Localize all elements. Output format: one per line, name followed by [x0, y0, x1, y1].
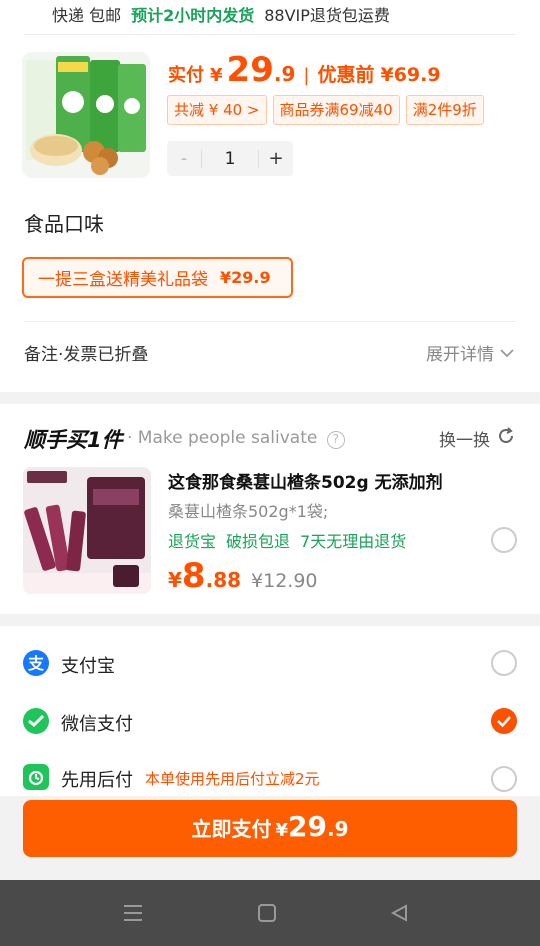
- original-price: ¥12.90: [251, 570, 318, 592]
- flavor-option-label: 一提三盒送精美礼品袋: [38, 270, 208, 290]
- shipping-info: 快递 包邮 预计2小时内发货 88VIP退货包运费: [52, 2, 390, 25]
- addon-product-image[interactable]: [23, 467, 151, 594]
- price-decimal: .9: [273, 62, 296, 86]
- pay-later-note: 本单使用先用后付立减2元: [145, 770, 320, 788]
- payment-option-alipay[interactable]: 支 支付宝: [0, 644, 540, 684]
- checkmark-icon: [497, 716, 511, 728]
- payment-label: 支付宝: [61, 656, 115, 677]
- currency-symbol: ¥: [210, 65, 223, 86]
- product-image[interactable]: [22, 52, 150, 178]
- before-discount-price: ¥69.9: [380, 64, 441, 86]
- svg-text:支: 支: [27, 654, 45, 673]
- order-card: 快递 包邮 预计2小时内发货 88VIP退货包运费 实付 ¥ 29 .9 | 优…: [0, 0, 540, 392]
- system-nav-bar: [0, 880, 540, 946]
- payment-option-wechat[interactable]: 微信支付: [0, 702, 540, 742]
- flavor-option[interactable]: 一提三盒送精美礼品袋 ¥29.9: [22, 257, 293, 298]
- flavor-option-price: ¥29.9: [220, 268, 271, 287]
- pay-later-icon: [23, 764, 49, 790]
- pay-label: 实付: [168, 65, 204, 86]
- expand-details-button[interactable]: 展开详情: [426, 340, 514, 365]
- price-summary: 实付 ¥ 29 .9 | 优惠前 ¥69.9: [168, 50, 441, 90]
- home-icon[interactable]: [257, 903, 277, 927]
- before-discount-label: 优惠前: [317, 64, 375, 86]
- service-tag: 退货宝: [168, 532, 217, 551]
- pay-now-button[interactable]: 立即支付 ¥ 29 .9: [23, 800, 517, 857]
- separator: |: [303, 65, 310, 86]
- multi-buy-tag: 满2件9折: [405, 95, 484, 125]
- quantity-value[interactable]: 1: [201, 149, 259, 168]
- expand-label: 展开详情: [426, 345, 494, 365]
- addon-select-radio[interactable]: [491, 527, 517, 553]
- payment-option-pay-later[interactable]: 先用后付 本单使用先用后付立减2元: [0, 758, 540, 798]
- coupon-tag: 商品券满69减40: [272, 95, 400, 125]
- wechat-pay-icon: [23, 708, 49, 734]
- payment-methods: 支 支付宝 微信支付 先用后付 本单使用先用后付立减2元: [0, 626, 540, 796]
- addon-subtitle: · Make people salivate ?: [127, 428, 345, 449]
- discount-tags: 共减 ¥ 40 > 商品券满69减40 满2件9折: [167, 95, 484, 125]
- remark-label: 备注·发票已折叠: [24, 345, 149, 365]
- wechat-radio-checked[interactable]: [491, 708, 517, 734]
- alipay-radio[interactable]: [491, 650, 517, 676]
- decrease-button[interactable]: -: [167, 148, 201, 169]
- shipping-vip: 88VIP退货包运费: [264, 6, 390, 25]
- price-decimal: .9: [326, 817, 349, 841]
- currency-symbol: ¥: [275, 820, 289, 841]
- addon-card: 顺手买1件 · Make people salivate ? 换一换 这食那食桑…: [0, 404, 540, 614]
- service-tag: 7天无理由退货: [300, 532, 407, 551]
- addon-price: ¥ 8 .88 ¥12.90: [168, 556, 318, 596]
- refresh-icon: [496, 426, 516, 451]
- chevron-down-icon: [500, 343, 514, 363]
- total-discount-tag[interactable]: 共减 ¥ 40 >: [167, 95, 267, 125]
- price-integer: 8: [181, 556, 206, 596]
- quantity-stepper: - 1 +: [167, 141, 293, 176]
- flavor-title: 食品口味: [24, 212, 104, 236]
- addon-product-name[interactable]: 这食那食桑葚山楂条502g 无添加剂: [168, 468, 443, 493]
- price-integer: 29: [226, 50, 274, 90]
- alipay-icon: 支: [23, 650, 49, 676]
- back-icon[interactable]: [389, 903, 409, 927]
- addon-product-spec: 桑葚山楂条502g*1袋;: [168, 502, 329, 521]
- swap-label: 换一换: [439, 431, 490, 451]
- help-icon[interactable]: ?: [326, 431, 345, 449]
- divider: [24, 321, 516, 322]
- menu-icon[interactable]: [122, 903, 144, 927]
- payment-label: 先用后付: [61, 770, 133, 791]
- addon-title: 顺手买1件: [24, 428, 123, 452]
- shipping-method: 快递 包邮: [52, 6, 122, 25]
- currency-symbol: ¥: [168, 568, 182, 592]
- price-integer: 29: [288, 810, 327, 843]
- addon-subtitle-text: · Make people salivate: [127, 428, 318, 448]
- pay-later-radio[interactable]: [491, 766, 517, 792]
- increase-button[interactable]: +: [259, 148, 293, 169]
- payment-label: 微信支付: [61, 714, 133, 735]
- addon-services: 退货宝 破损包退 7天无理由退货: [168, 528, 406, 552]
- divider: [24, 34, 516, 35]
- price-decimal: .88: [205, 568, 242, 592]
- shipping-eta: 预计2小时内发货: [131, 6, 255, 25]
- swap-button[interactable]: 换一换: [439, 426, 516, 451]
- pay-now-label: 立即支付: [191, 817, 272, 841]
- service-tag: 破损包退: [226, 532, 291, 551]
